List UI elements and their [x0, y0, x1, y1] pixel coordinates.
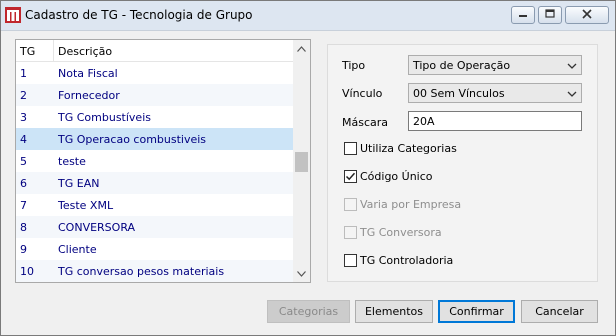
- list-rows: 1 Nota Fiscal 2 Fornecedor 3 TG Combustí…: [16, 62, 295, 282]
- vinculo-select-value: 00 Sem Vínculos: [413, 87, 505, 100]
- vinculo-label: Vínculo: [342, 87, 383, 100]
- table-row[interactable]: 7 Teste XML: [16, 194, 295, 216]
- table-row[interactable]: 8 CONVERSORA: [16, 216, 295, 238]
- table-row[interactable]: 9 Cliente: [16, 238, 295, 260]
- cell-descricao: Fornecedor: [58, 89, 120, 102]
- table-row[interactable]: 5 teste: [16, 150, 295, 172]
- title-bar[interactable]: Cadastro de TG - Tecnologia de Grupo: [1, 1, 615, 31]
- column-divider[interactable]: [53, 40, 54, 62]
- scroll-down-button[interactable]: [293, 265, 310, 282]
- cell-descricao: Teste XML: [58, 199, 114, 212]
- dialog-window: Cadastro de TG - Tecnologia de Grupo TG: [0, 0, 616, 336]
- mascara-label: Máscara: [342, 116, 389, 129]
- window-controls: [511, 6, 609, 24]
- tipo-label: Tipo: [342, 59, 366, 72]
- codigo-unico-checkbox[interactable]: Código Único: [344, 170, 433, 183]
- cell-descricao: TG EAN: [58, 177, 100, 190]
- column-header-descricao[interactable]: Descrição: [58, 45, 112, 58]
- cell-descricao: TG Combustíveis: [58, 111, 151, 124]
- utiliza-categorias-checkbox[interactable]: Utiliza Categorias: [344, 142, 457, 155]
- cell-tg: 2: [20, 89, 27, 102]
- tg-conversora-label: TG Conversora: [360, 226, 442, 239]
- chevron-down-icon: [567, 88, 577, 101]
- checkbox-box[interactable]: [344, 254, 357, 267]
- cell-tg: 10: [20, 265, 34, 278]
- cell-descricao: TG conversao pesos materiais: [58, 265, 225, 278]
- cell-tg: 6: [20, 177, 27, 190]
- chevron-down-icon: [567, 60, 577, 73]
- tg-controladoria-label: TG Controladoria: [360, 254, 454, 267]
- mascara-input-value: 20A: [413, 115, 435, 128]
- varia-por-empresa-label: Varia por Empresa: [360, 198, 462, 211]
- table-row[interactable]: 3 TG Combustíveis: [16, 106, 295, 128]
- utiliza-categorias-label: Utiliza Categorias: [360, 142, 457, 155]
- maximize-button[interactable]: [538, 6, 562, 24]
- close-button[interactable]: [565, 6, 609, 24]
- list-header: TG Descrição: [16, 40, 295, 62]
- cell-tg: 9: [20, 243, 27, 256]
- cell-descricao: teste: [58, 155, 86, 168]
- tg-controladoria-checkbox[interactable]: TG Controladoria: [344, 254, 453, 267]
- chevron-up-icon: [297, 42, 306, 55]
- minimize-button[interactable]: [511, 6, 535, 24]
- varia-por-empresa-checkbox: Varia por Empresa: [344, 198, 461, 211]
- vinculo-select[interactable]: 00 Sem Vínculos: [408, 83, 582, 103]
- checkbox-box-disabled: [344, 198, 357, 211]
- cell-tg: 1: [20, 67, 27, 80]
- cell-descricao: Nota Fiscal: [58, 67, 118, 80]
- properties-panel: Tipo Tipo de Operação Vínculo 00 Sem Vín…: [327, 44, 598, 282]
- checkbox-box-checked[interactable]: [344, 170, 357, 183]
- cell-tg: 5: [20, 155, 27, 168]
- cell-tg: 8: [20, 221, 27, 234]
- table-row-selected[interactable]: 4 TG Operacao combustiveis: [16, 128, 295, 150]
- table-row[interactable]: 2 Fornecedor: [16, 84, 295, 106]
- checkbox-box-disabled: [344, 226, 357, 239]
- cell-tg: 4: [20, 133, 27, 146]
- window-title: Cadastro de TG - Tecnologia de Grupo: [25, 8, 253, 22]
- cell-descricao: CONVERSORA: [58, 221, 136, 234]
- column-header-tg[interactable]: TG: [20, 45, 35, 58]
- cell-tg: 7: [20, 199, 27, 212]
- tg-conversora-checkbox: TG Conversora: [344, 226, 442, 239]
- categorias-button: Categorias: [267, 300, 350, 323]
- cell-descricao: TG Operacao combustiveis: [58, 133, 207, 146]
- chevron-down-icon: [297, 267, 306, 280]
- scroll-up-button[interactable]: [293, 40, 310, 57]
- table-row[interactable]: 1 Nota Fiscal: [16, 62, 295, 84]
- cancelar-button[interactable]: Cancelar: [521, 300, 598, 323]
- app-icon: [5, 7, 21, 23]
- table-row[interactable]: 10 TG conversao pesos materiais: [16, 260, 295, 282]
- confirmar-button[interactable]: Confirmar: [438, 300, 515, 323]
- tg-list[interactable]: TG Descrição 1 Nota Fiscal 2 Fornecedor …: [15, 39, 311, 283]
- checkbox-box[interactable]: [344, 142, 357, 155]
- tipo-select[interactable]: Tipo de Operação: [408, 55, 582, 75]
- scroll-thumb[interactable]: [295, 152, 308, 172]
- minimize-icon: [518, 9, 528, 22]
- codigo-unico-label: Código Único: [360, 170, 433, 183]
- maximize-icon: [545, 8, 555, 22]
- elementos-button[interactable]: Elementos: [355, 300, 433, 323]
- table-row[interactable]: 6 TG EAN: [16, 172, 295, 194]
- cell-descricao: Cliente: [58, 243, 97, 256]
- close-icon: [582, 8, 592, 22]
- mascara-input[interactable]: 20A: [408, 111, 582, 131]
- cell-tg: 3: [20, 111, 27, 124]
- tipo-select-value: Tipo de Operação: [413, 59, 511, 72]
- vertical-scrollbar[interactable]: [293, 40, 310, 282]
